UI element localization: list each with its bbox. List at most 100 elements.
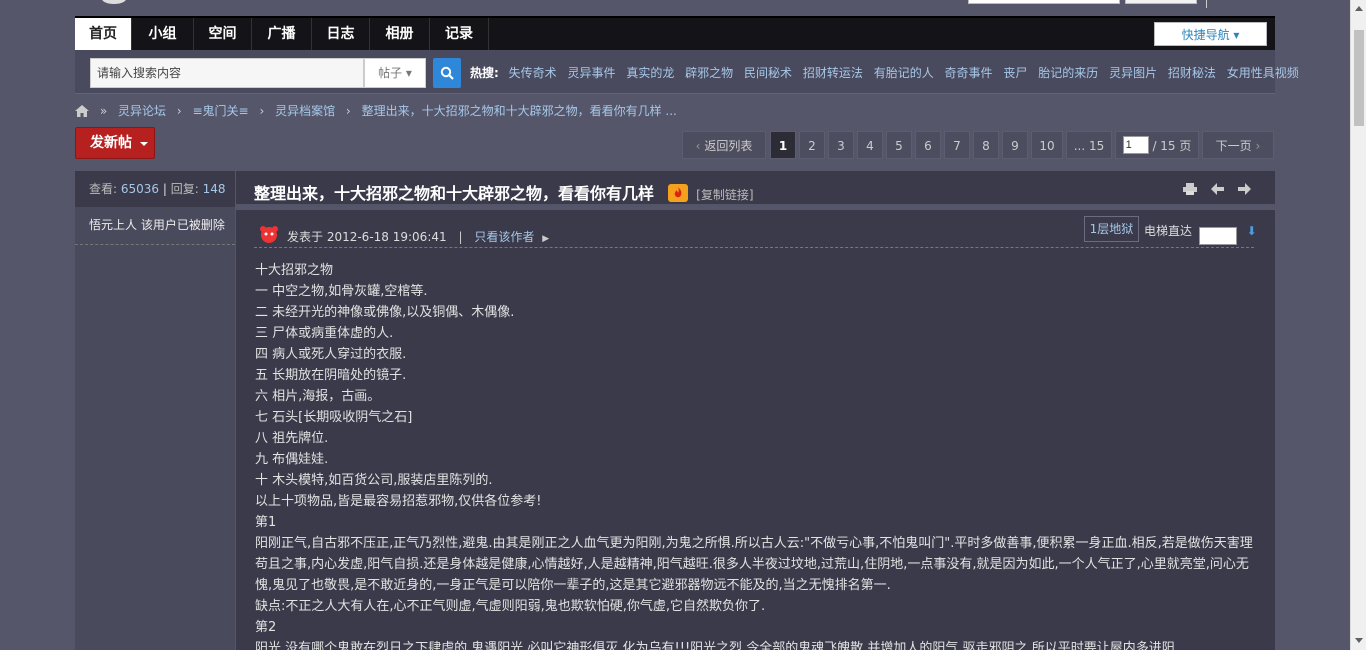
search-type-select[interactable]: 帖子 ▾ [364, 58, 426, 88]
back-to-list-label: 返回列表 [704, 139, 753, 153]
online-status-icon [258, 224, 280, 246]
hot-keyword[interactable]: 胎记的来历 [1038, 66, 1098, 80]
back-to-list-button[interactable]: ‹ 返回列表 [682, 131, 766, 159]
new-post-button[interactable]: 发新帖 [75, 127, 155, 159]
content-line: 九 布偶娃娃. [255, 452, 329, 467]
hot-keyword[interactable]: 失传奇术 [509, 66, 557, 80]
hot-keyword[interactable]: 辟邪之物 [685, 66, 733, 80]
breadcrumb-separator: » [99, 104, 108, 118]
divider [1206, 0, 1207, 8]
tab-space[interactable]: 空间 [194, 18, 252, 50]
prev-thread-icon[interactable] [1211, 183, 1225, 198]
scroll-down-icon[interactable] [1355, 638, 1363, 643]
page-link[interactable]: 4 [857, 131, 883, 159]
hot-keyword[interactable]: 民间秘术 [744, 66, 792, 80]
hot-keyword[interactable]: 招财秘法 [1168, 66, 1216, 80]
stats-divider: | [162, 182, 167, 196]
top-search-button[interactable] [1125, 0, 1197, 4]
tab-broadcast[interactable]: 广播 [252, 18, 312, 50]
page-link[interactable]: 1 [770, 131, 796, 159]
chevron-right-icon: › [1255, 139, 1261, 153]
elevator-input[interactable] [1198, 226, 1237, 245]
hot-keyword[interactable]: 真实的龙 [626, 66, 674, 80]
hot-keyword[interactable]: 丧尸 [1003, 66, 1027, 80]
tab-records[interactable]: 记录 [430, 18, 489, 50]
breadcrumb-item[interactable]: 灵异档案馆 [275, 104, 335, 118]
hot-keyword[interactable]: 有胎记的人 [874, 66, 934, 80]
search-bar: 请输入搜索内容 帖子 ▾ 热搜: 失传奇术 灵异事件 真实的龙 辟邪之物 民间秘… [75, 50, 1299, 94]
page-jump-input[interactable] [1122, 136, 1149, 154]
page-link[interactable]: 2 [799, 131, 825, 159]
views-count: 65036 [120, 182, 160, 196]
next-page-button[interactable]: 下一页 › [1202, 131, 1274, 159]
search-icon [440, 66, 454, 80]
content-line: 阳光,没有哪个鬼敢在烈日之下肆虐的,鬼遇阳光,必叫它神形俱灭,化为乌有!!!阳光… [255, 641, 1175, 650]
hot-keyword[interactable]: 灵异图片 [1109, 66, 1157, 80]
next-thread-icon[interactable] [1238, 183, 1251, 198]
author-name[interactable]: 悟元上人 该用户已被删除 [75, 207, 235, 245]
scroll-thumb[interactable] [1354, 30, 1364, 126]
only-author-link[interactable]: 只看该作者 [474, 230, 534, 244]
caret-down-icon [140, 142, 148, 146]
page-link[interactable]: 9 [1002, 131, 1028, 159]
page-link[interactable]: 5 [886, 131, 912, 159]
quick-nav-button[interactable]: 快捷导航 ▾ [1154, 22, 1267, 46]
content-line: 第1 [255, 515, 277, 530]
hot-label: 热搜: [470, 66, 499, 80]
post-body: 发表于 2012-6-18 19:06:41 | 只看该作者 ▶ 1层地狱 电梯… [236, 210, 1275, 650]
page-link[interactable]: ... 15 [1066, 131, 1112, 159]
top-search-input[interactable] [968, 0, 1120, 4]
tab-groups[interactable]: 小组 [132, 18, 194, 50]
home-icon[interactable] [75, 105, 89, 117]
hot-keyword[interactable]: 招财转运法 [803, 66, 863, 80]
content-line: 一 中空之物,如骨灰罐,空棺等. [255, 284, 428, 299]
page-link[interactable]: 10 [1031, 131, 1063, 159]
page-link[interactable]: 8 [973, 131, 999, 159]
page-link[interactable]: 6 [915, 131, 941, 159]
breadcrumb-item[interactable]: 整理出来，十大招邪之物和十大辟邪之物，看看你有几样 ... [362, 104, 677, 118]
views-label: 查看: [89, 182, 118, 196]
author-sidebar: 查看: 65036 | 回复: 148 悟元上人 该用户已被删除 [75, 171, 235, 650]
triangle-right-icon: ▶ [542, 234, 550, 244]
main-nav: 首页 小组 空间 广播 日志 相册 记录 快捷导航 ▾ [75, 16, 1275, 50]
new-post-label: 发新帖 [90, 135, 132, 151]
hot-keyword[interactable]: 灵异事件 [567, 66, 615, 80]
breadcrumb-separator: › [259, 104, 265, 118]
top-strip [0, 0, 1350, 16]
tab-blog[interactable]: 日志 [312, 18, 370, 50]
content-line: 以上十项物品,皆是最容易招惹邪物,仅供各位参考! [255, 494, 542, 509]
page-link[interactable]: 7 [944, 131, 970, 159]
thread-tools [1173, 183, 1251, 198]
floor-label[interactable]: 1层地狱 [1084, 216, 1139, 242]
chevron-down-icon: ▾ [405, 66, 412, 80]
breadcrumb-item[interactable]: 灵异论坛 [118, 104, 166, 118]
tab-home[interactable]: 首页 [75, 18, 132, 50]
post-time-row: 发表于 2012-6-18 19:06:41 | 只看该作者 ▶ [287, 228, 549, 245]
content-line: 十 木头模特,如百货公司,服装店里陈列的. [255, 473, 493, 488]
tab-album[interactable]: 相册 [370, 18, 430, 50]
breadcrumb-item[interactable]: ≡鬼门关≡ [192, 104, 248, 118]
hot-keyword[interactable]: 女用性具视频 [1227, 66, 1299, 80]
scroll-up-icon[interactable] [1355, 6, 1363, 11]
next-page-label: 下一页 [1215, 139, 1252, 153]
breadcrumb-separator: › [345, 104, 351, 118]
content-line: 缺点:不正之人大有人在,心不正气则虚,气虚则阳弱,鬼也欺软怕硬,你气虚,它自然欺… [255, 599, 766, 614]
arrow-down-icon[interactable]: ⬇ [1247, 224, 1257, 238]
page-jump: / 15 页 [1115, 131, 1199, 159]
search-button[interactable] [433, 58, 461, 88]
chevron-left-icon: ‹ [695, 139, 701, 153]
page-scrollbar[interactable] [1350, 0, 1366, 650]
thread-stats: 查看: 65036 | 回复: 148 [75, 171, 235, 207]
search-input[interactable]: 请输入搜索内容 [90, 58, 364, 88]
page-link[interactable]: 3 [828, 131, 854, 159]
site-logo[interactable] [102, 0, 126, 4]
copy-link[interactable]: [复制链接] [696, 188, 753, 202]
content-line: 五 长期放在阴暗处的镜子. [255, 368, 407, 383]
content-line: 第2 [255, 620, 277, 635]
quick-nav-label: 快捷导航 [1181, 28, 1230, 42]
replies-label: 回复: [170, 182, 199, 196]
elevator: 电梯直达 ⬇ [1144, 222, 1257, 245]
print-icon[interactable] [1183, 183, 1198, 198]
content-line: 四 病人或死人穿过的衣服. [255, 347, 407, 362]
hot-keyword[interactable]: 奇奇事件 [945, 66, 993, 80]
